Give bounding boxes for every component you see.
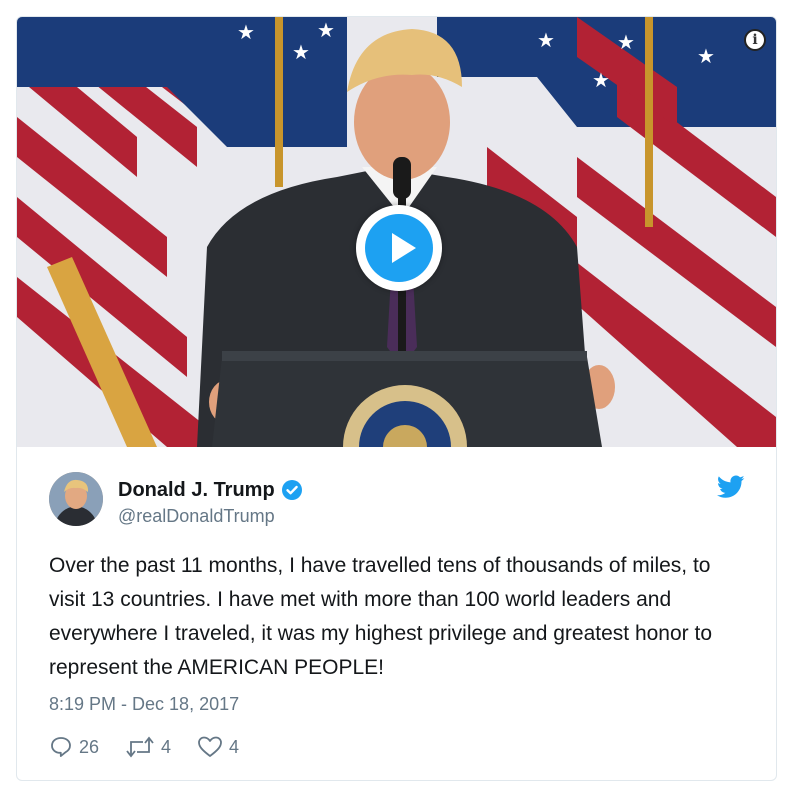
svg-text:★: ★ [592,68,610,92]
like-button[interactable]: 4 [197,735,239,759]
svg-text:★: ★ [617,30,635,54]
heart-icon [198,736,222,757]
svg-text:★: ★ [537,28,555,52]
tweet-actions: 26 4 4 [49,735,265,759]
verified-badge-icon [281,480,302,500]
reply-count: 26 [79,736,100,757]
display-name[interactable]: Donald J. Trump [118,479,275,502]
avatar-image [49,472,103,526]
twitter-bird-icon[interactable] [717,475,745,499]
svg-text:★: ★ [237,20,255,44]
svg-text:★: ★ [317,18,335,42]
svg-text:★: ★ [292,40,310,64]
like-count: 4 [229,736,240,757]
timestamp[interactable]: 8:19 PM - Dec 18, 2017 [49,694,239,715]
svg-text:★: ★ [697,44,715,68]
user-handle[interactable]: @realDonaldTrump [118,506,275,527]
reply-icon [51,737,71,757]
avatar[interactable] [49,472,103,526]
video-thumbnail[interactable]: ★ ★ ★ ★ ★ ★ ★ i [17,17,776,447]
play-button[interactable] [356,205,442,291]
reply-button[interactable]: 26 [49,735,99,759]
play-icon [365,214,433,282]
retweet-button[interactable]: 4 [125,735,171,759]
info-icon[interactable]: i [744,29,766,51]
retweet-icon [126,736,154,758]
tweet-text: Over the past 11 months, I have travelle… [49,554,713,679]
retweet-count: 4 [161,736,172,757]
tweet-card[interactable]: ★ ★ ★ ★ ★ ★ ★ i Donald J. Trump @realDon… [16,16,777,781]
